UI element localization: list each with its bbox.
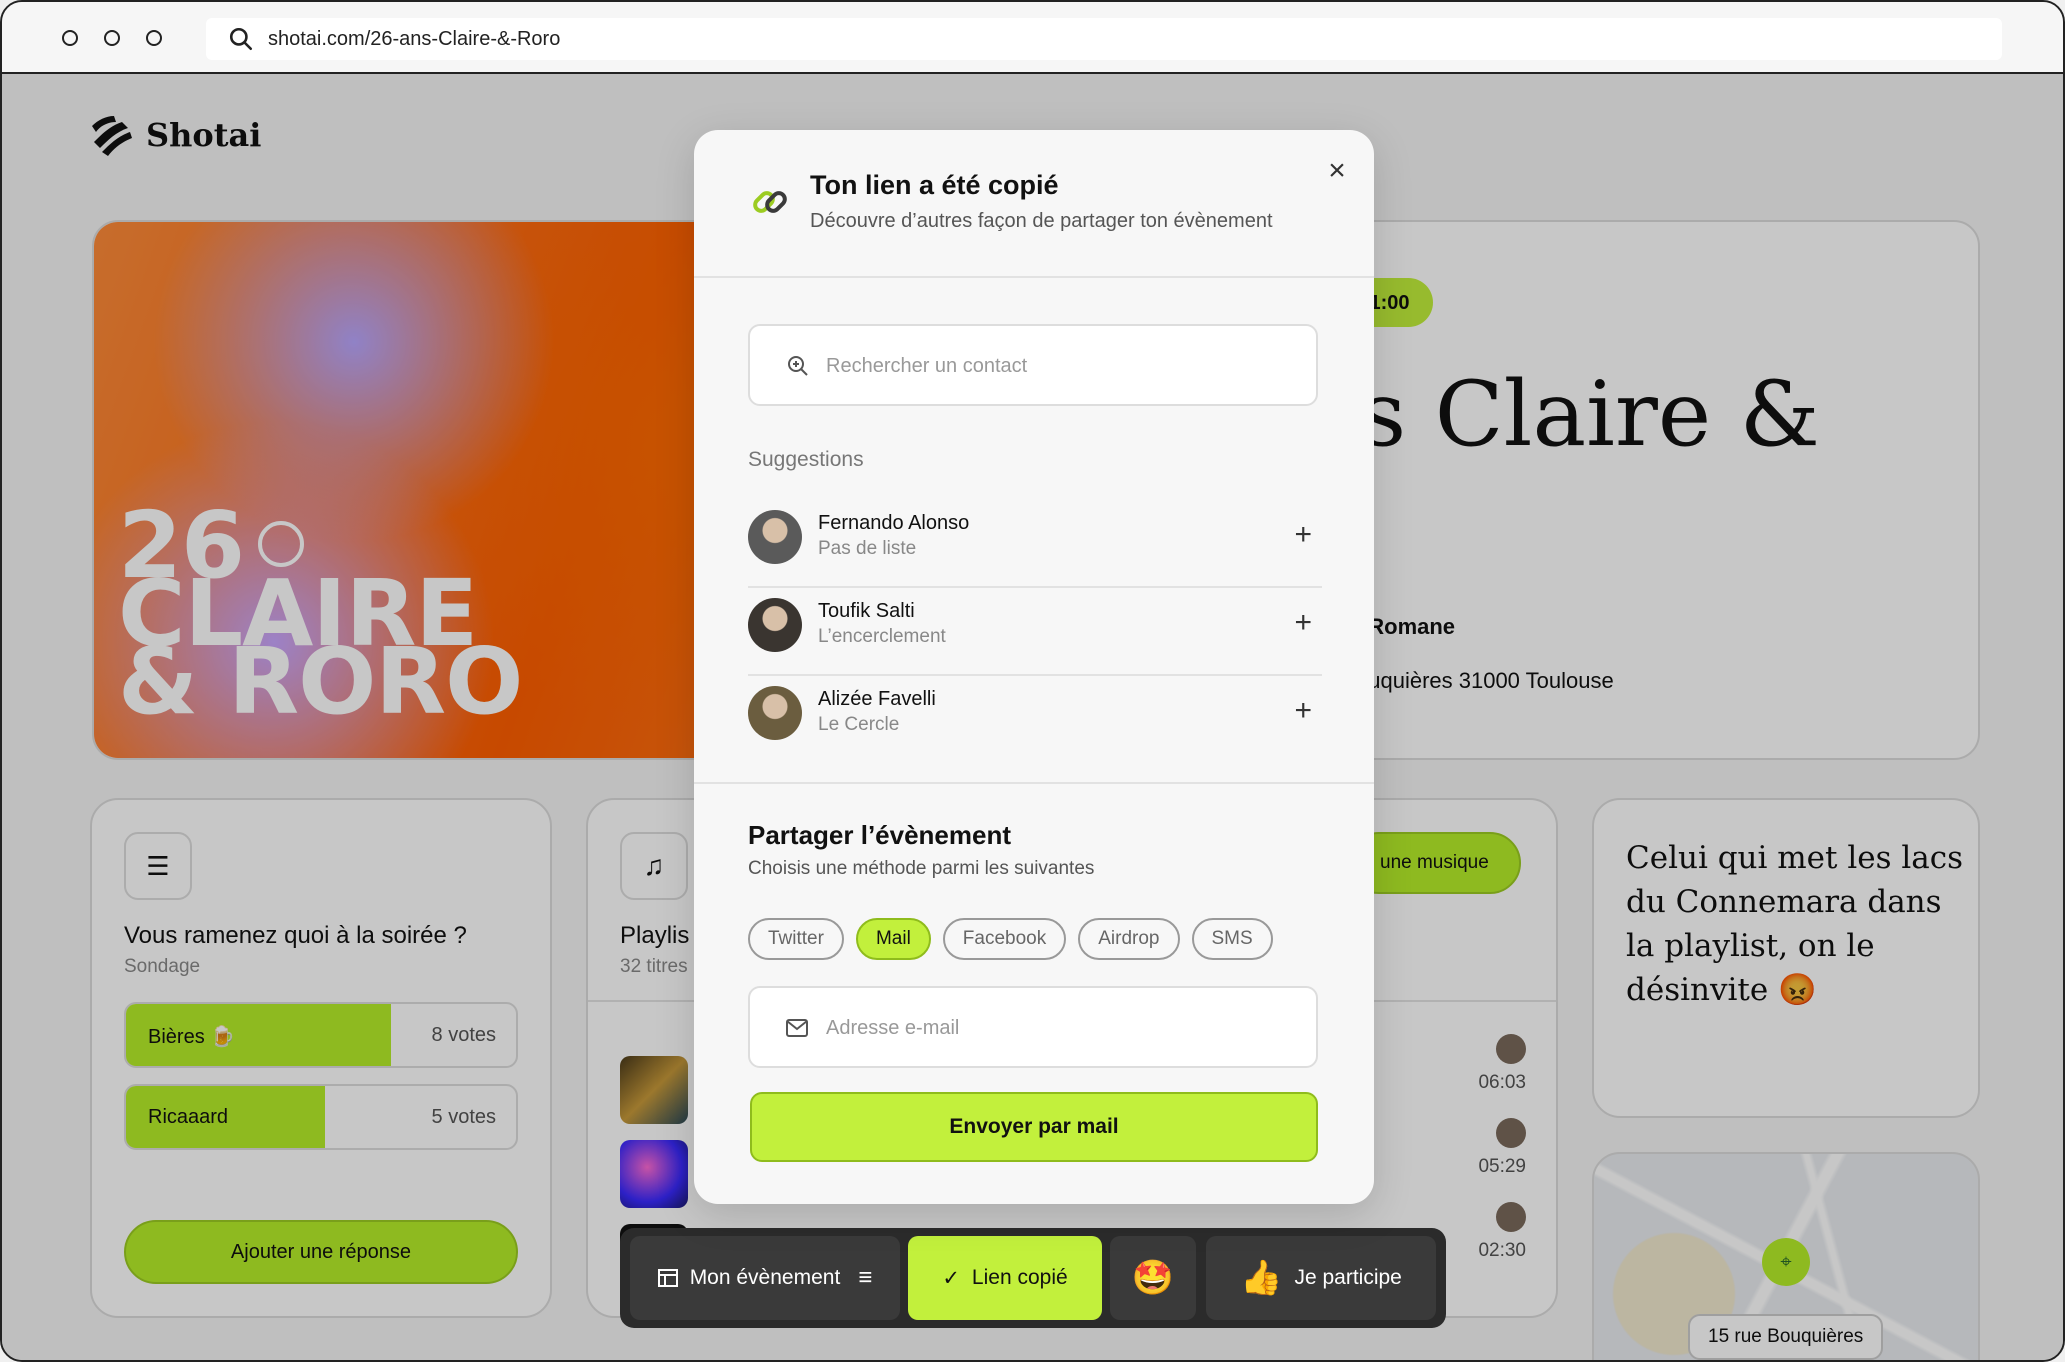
avatar <box>748 510 802 564</box>
browser-window: shotai.com/26-ans-Claire-&-Roro Shotai 2… <box>0 0 2065 1362</box>
menu-icon: ≡ <box>858 1264 873 1291</box>
share-modal: Ton lien a été copié Découvre d’autres f… <box>694 130 1374 1204</box>
send-by-mail-button[interactable]: Envoyer par mail <box>750 1092 1318 1162</box>
check-icon: ✓ <box>942 1266 960 1290</box>
divider <box>694 782 1374 784</box>
share-method-twitter[interactable]: Twitter <box>748 918 844 960</box>
url-text: shotai.com/26-ans-Claire-&-Roro <box>268 27 561 50</box>
contact-name: Alizée Favelli <box>818 688 936 710</box>
link-icon <box>753 191 787 213</box>
modal-title: Ton lien a été copié <box>810 170 1059 200</box>
add-contact-icon[interactable]: + <box>1294 608 1312 638</box>
share-method-mail[interactable]: Mail <box>855 918 931 960</box>
close-window-button[interactable] <box>62 30 78 46</box>
email-input[interactable] <box>826 1008 1296 1048</box>
search-icon <box>788 356 808 376</box>
share-section-subtitle: Choisis une méthode parmi les suivantes <box>748 858 1095 879</box>
contact-search-input[interactable] <box>826 346 1296 386</box>
add-contact-icon[interactable]: + <box>1294 520 1312 550</box>
browser-toolbar: shotai.com/26-ans-Claire-&-Roro <box>2 2 2063 74</box>
suggestion-item[interactable]: Alizée Favelli Le Cercle + <box>748 676 1322 764</box>
search-icon <box>229 27 253 51</box>
contact-list: L’encerclement <box>818 626 946 647</box>
add-contact-icon[interactable]: + <box>1294 696 1312 726</box>
suggestions-label: Suggestions <box>748 448 864 471</box>
my-event-button[interactable]: Mon évènement ≡ <box>630 1236 900 1320</box>
share-method-airdrop[interactable]: Airdrop <box>1078 918 1180 960</box>
contact-list: Pas de liste <box>818 538 917 559</box>
email-field[interactable] <box>748 986 1318 1068</box>
share-method-facebook[interactable]: Facebook <box>942 918 1067 960</box>
window-controls <box>62 30 162 46</box>
bottom-action-bar: Mon évènement ≡ ✓ Lien copié 🤩 👍 Je part… <box>620 1228 1446 1328</box>
contact-name: Toufik Salti <box>818 600 915 622</box>
modal-subtitle: Découvre d’autres façon de partager ton … <box>810 210 1273 232</box>
minimize-window-button[interactable] <box>104 30 120 46</box>
mail-icon <box>786 1019 808 1037</box>
modal-header: Ton lien a été copié Découvre d’autres f… <box>694 130 1374 278</box>
share-section-title: Partager l’évènement <box>748 820 1012 850</box>
layout-icon <box>657 1269 678 1287</box>
participate-button[interactable]: 👍 Je participe <box>1206 1236 1436 1320</box>
avatar <box>748 598 802 652</box>
contact-name: Fernando Alonso <box>818 512 970 534</box>
address-bar[interactable]: shotai.com/26-ans-Claire-&-Roro <box>206 18 2002 60</box>
contact-list: Le Cercle <box>818 714 900 735</box>
share-method-sms[interactable]: SMS <box>1191 918 1273 960</box>
my-event-label: Mon évènement <box>689 1266 841 1289</box>
link-copied-button[interactable]: ✓ Lien copié <box>908 1236 1102 1320</box>
close-icon[interactable]: × <box>1322 156 1352 186</box>
avatar <box>748 686 802 740</box>
suggestion-item[interactable]: Fernando Alonso Pas de liste + <box>748 500 1322 588</box>
contact-search-field[interactable] <box>748 324 1318 406</box>
reaction-button[interactable]: 🤩 <box>1110 1236 1196 1320</box>
suggestion-item[interactable]: Toufik Salti L’encerclement + <box>748 588 1322 676</box>
link-copied-label: Lien copié <box>971 1266 1068 1289</box>
maximize-window-button[interactable] <box>146 30 162 46</box>
participate-label: Je participe <box>1294 1266 1402 1289</box>
share-method-chips: Twitter Mail Facebook Airdrop SMS <box>748 918 1273 960</box>
thumbs-up-icon: 👍 <box>1240 1259 1283 1297</box>
